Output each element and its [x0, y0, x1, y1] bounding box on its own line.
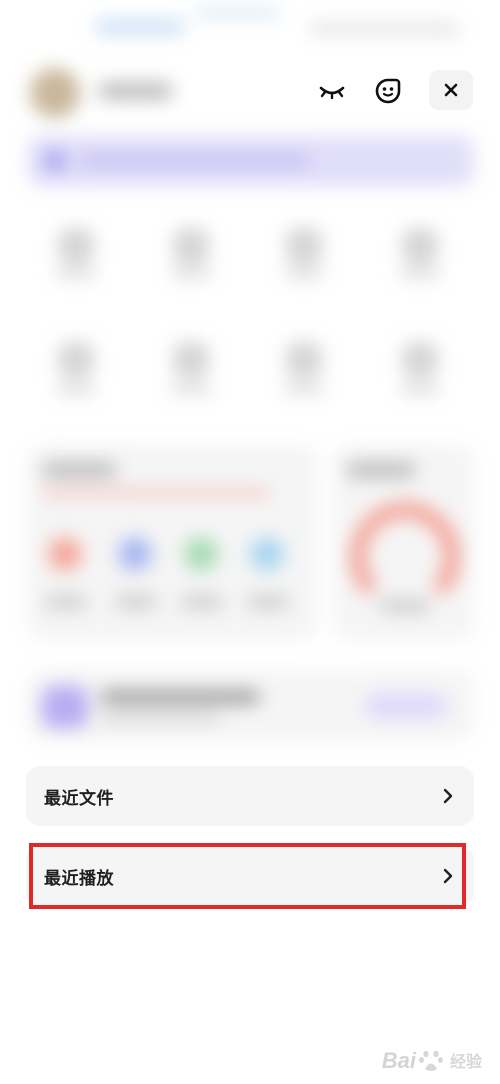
watermark-suffix: 经验 — [449, 1052, 482, 1071]
blurred-grid-icon — [58, 342, 94, 378]
close-button[interactable] — [429, 70, 473, 110]
blurred-category-label — [115, 596, 157, 608]
blurred-category-label — [45, 596, 87, 608]
blurred-username — [98, 82, 173, 100]
recent-files-label: 最近文件 — [44, 788, 114, 809]
watermark: Bai 经验 — [382, 1048, 482, 1074]
blurred-grid-label — [284, 384, 324, 394]
blurred-background — [0, 0, 500, 760]
blurred-grid-icon — [402, 342, 438, 378]
blurred-promo-title — [100, 690, 260, 704]
blurred-grid-icon — [286, 342, 322, 378]
chevron-right-icon — [440, 788, 456, 804]
blurred-card-title — [346, 462, 416, 478]
face-icon-svg — [375, 78, 401, 104]
blurred-category-icon — [48, 537, 82, 571]
paw-icon — [419, 1050, 443, 1071]
avatar — [30, 68, 80, 118]
blurred-grid-label — [56, 268, 96, 278]
recent-play-label: 最近播放 — [44, 868, 114, 889]
blurred-category-icon — [250, 537, 284, 571]
blurred-promo-subtitle — [100, 714, 220, 722]
blurred-banner-icon — [44, 150, 66, 172]
blurred-grid-icon — [58, 228, 94, 264]
blurred-category-icon — [118, 537, 152, 571]
blurred-category-label — [247, 596, 289, 608]
recent-play-row[interactable]: 最近播放 — [26, 846, 474, 906]
blurred-banner-text — [80, 155, 310, 167]
blurred-grid-icon — [173, 228, 209, 264]
blurred-gauge-label — [380, 600, 430, 612]
blurred-status — [195, 8, 280, 18]
eye-closed-icon[interactable] — [312, 72, 352, 110]
blurred-grid-icon — [286, 228, 322, 264]
blurred-promo — [28, 670, 474, 740]
blurred-category-icon — [184, 537, 218, 571]
blurred-status — [95, 20, 185, 34]
blurred-promo-button — [365, 694, 447, 718]
blurred-grid-label — [400, 384, 440, 394]
blurred-grid-label — [284, 268, 324, 278]
blurred-status — [310, 22, 460, 36]
blurred-card — [334, 445, 474, 640]
recent-files-row[interactable]: 最近文件 — [26, 766, 474, 826]
blurred-banner — [28, 136, 474, 186]
blurred-card — [28, 445, 318, 640]
eye-closed-icon-svg — [319, 86, 345, 100]
blurred-progress — [42, 490, 270, 496]
watermark-brand: Bai — [381, 1048, 416, 1073]
face-icon[interactable] — [368, 72, 408, 110]
blurred-grid-label — [400, 268, 440, 278]
blurred-grid-label — [56, 384, 96, 394]
blurred-grid-label — [171, 268, 211, 278]
blurred-grid-label — [171, 384, 211, 394]
blurred-card-title — [42, 462, 117, 478]
blurred-promo-icon — [42, 686, 88, 728]
blurred-grid-icon — [402, 228, 438, 264]
chevron-right-icon — [440, 868, 456, 884]
blurred-gauge — [350, 502, 460, 612]
blurred-grid-icon — [173, 342, 209, 378]
close-icon — [444, 83, 458, 97]
blurred-category-label — [181, 596, 223, 608]
